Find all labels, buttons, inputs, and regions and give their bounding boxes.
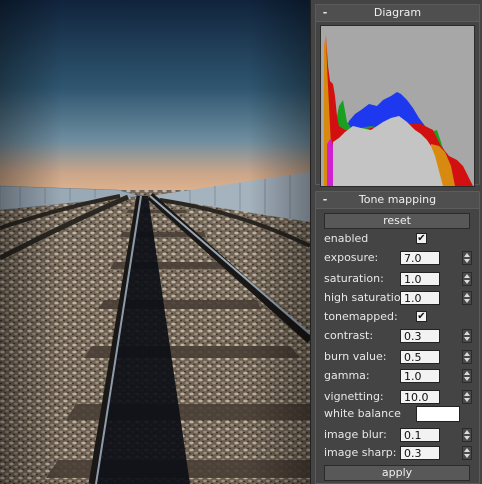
saturation-input[interactable]: 1.0 xyxy=(400,272,440,286)
reset-button[interactable]: reset xyxy=(324,213,470,229)
high-saturation-spinner[interactable] xyxy=(462,291,472,305)
tone-mapping-rollout: - Tone mapping reset enabled ✔ exposure:… xyxy=(315,191,480,484)
saturation-spinner[interactable] xyxy=(462,272,472,286)
spin-down-icon[interactable] xyxy=(464,337,470,341)
enabled-row: enabled ✔ xyxy=(324,230,474,248)
collapse-icon[interactable]: - xyxy=(320,192,330,208)
image-sharp-input[interactable]: 0.3 xyxy=(400,446,440,460)
contrast-row: contrast: 0.3 xyxy=(324,327,474,345)
burn-value-row: burn value: 0.5 xyxy=(324,348,474,366)
image-sharp-spinner[interactable] xyxy=(462,446,472,460)
image-sharp-label: image sharp: xyxy=(324,446,397,459)
spin-down-icon[interactable] xyxy=(464,299,470,303)
railway-track-photo xyxy=(0,0,310,484)
gamma-row: gamma: 1.0 xyxy=(324,367,474,385)
gamma-spinner[interactable] xyxy=(462,369,472,383)
spin-down-icon[interactable] xyxy=(464,259,470,263)
vignetting-input[interactable]: 10.0 xyxy=(400,390,440,404)
spin-up-icon[interactable] xyxy=(464,430,470,434)
gamma-label: gamma: xyxy=(324,369,370,382)
diagram-rollout: - Diagram xyxy=(315,4,480,187)
enabled-label: enabled xyxy=(324,232,369,245)
gamma-input[interactable]: 1.0 xyxy=(400,369,440,383)
spin-down-icon[interactable] xyxy=(464,454,470,458)
contrast-input[interactable]: 0.3 xyxy=(400,329,440,343)
diagram-rollout-header[interactable]: - Diagram xyxy=(316,5,479,22)
white-balance-label: white balance xyxy=(324,407,401,420)
spin-down-icon[interactable] xyxy=(464,377,470,381)
spin-up-icon[interactable] xyxy=(464,448,470,452)
tone-mapping-rollout-header[interactable]: - Tone mapping xyxy=(316,192,479,209)
image-blur-input[interactable]: 0.1 xyxy=(400,428,440,442)
spin-down-icon[interactable] xyxy=(464,280,470,284)
spin-up-icon[interactable] xyxy=(464,293,470,297)
tone-mapping-title: Tone mapping xyxy=(358,193,437,206)
vignetting-row: vignetting: 10.0 xyxy=(324,388,474,406)
saturation-row: saturation: 1.0 xyxy=(324,270,474,288)
white-balance-row: white balance xyxy=(324,405,474,423)
enabled-checkbox[interactable]: ✔ xyxy=(416,233,427,244)
high-saturation-input[interactable]: 1.0 xyxy=(400,291,440,305)
saturation-label: saturation: xyxy=(324,272,384,285)
high-saturation-label: high saturation: xyxy=(324,291,412,304)
settings-panel: - Diagram - Tone mapping reset enabled ✔… xyxy=(310,0,482,484)
exposure-row: exposure: 7.0 xyxy=(324,249,474,267)
spin-up-icon[interactable] xyxy=(464,253,470,257)
spin-up-icon[interactable] xyxy=(464,352,470,356)
spin-up-icon[interactable] xyxy=(464,392,470,396)
exposure-input[interactable]: 7.0 xyxy=(400,251,440,265)
burn-value-input[interactable]: 0.5 xyxy=(400,350,440,364)
contrast-spinner[interactable] xyxy=(462,329,472,343)
exposure-label: exposure: xyxy=(324,251,379,264)
tonemapped-label: tonemapped: xyxy=(324,310,398,323)
render-preview-image xyxy=(0,0,310,484)
diagram-title: Diagram xyxy=(373,6,422,19)
spin-down-icon[interactable] xyxy=(464,436,470,440)
spin-up-icon[interactable] xyxy=(464,331,470,335)
spin-down-icon[interactable] xyxy=(464,398,470,402)
high-saturation-row: high saturation: 1.0 xyxy=(324,289,474,307)
spin-up-icon[interactable] xyxy=(464,371,470,375)
tonemapped-row: tonemapped: ✔ xyxy=(324,308,474,326)
tonemapped-checkbox[interactable]: ✔ xyxy=(416,311,427,322)
collapse-icon[interactable]: - xyxy=(320,5,330,21)
image-blur-label: image blur: xyxy=(324,428,387,441)
image-sharp-row: image sharp: 0.3 xyxy=(324,444,474,462)
exposure-spinner[interactable] xyxy=(462,251,472,265)
vignetting-spinner[interactable] xyxy=(462,390,472,404)
apply-button[interactable]: apply xyxy=(324,465,470,481)
white-balance-color-swatch[interactable] xyxy=(416,406,460,422)
contrast-label: contrast: xyxy=(324,329,374,342)
burn-value-label: burn value: xyxy=(324,350,387,363)
spin-down-icon[interactable] xyxy=(464,358,470,362)
image-blur-row: image blur: 0.1 xyxy=(324,426,474,444)
vignetting-label: vignetting: xyxy=(324,390,384,403)
spin-up-icon[interactable] xyxy=(464,274,470,278)
histogram xyxy=(320,25,475,187)
burn-value-spinner[interactable] xyxy=(462,350,472,364)
histogram-plot xyxy=(321,26,474,186)
image-blur-spinner[interactable] xyxy=(462,428,472,442)
